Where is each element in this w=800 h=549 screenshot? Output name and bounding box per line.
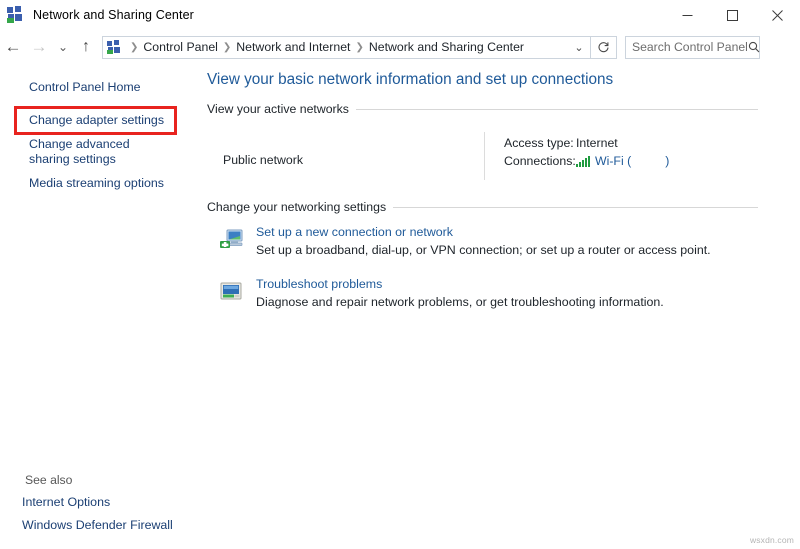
content-area: Control Panel Home Change adapter settin… (0, 64, 800, 549)
breadcrumb-item-network-and-sharing-center[interactable]: Network and Sharing Center (369, 40, 524, 54)
task-troubleshoot-problems[interactable]: Troubleshoot problems Diagnose and repai… (207, 277, 758, 319)
access-type-value: Internet (576, 136, 618, 150)
troubleshoot-problems-description: Diagnose and repair network problems, or… (256, 295, 664, 309)
minimize-icon[interactable] (665, 0, 710, 30)
sidebar-item-internet-options[interactable]: Internet Options (22, 495, 110, 510)
active-networks-heading: View your active networks (207, 102, 758, 116)
search-box[interactable]: Search Control Panel (625, 36, 760, 59)
search-input[interactable]: Search Control Panel (626, 40, 748, 54)
new-connection-icon (218, 227, 244, 253)
breadcrumb-separator: ❯ (218, 42, 236, 53)
networking-settings-heading-text: Change your networking settings (207, 200, 393, 214)
networking-settings-heading: Change your networking settings (207, 200, 758, 214)
network-name: Public network (223, 153, 303, 167)
section-divider (393, 207, 758, 208)
section-divider (356, 109, 758, 110)
back-arrow-icon[interactable]: ← (0, 31, 26, 63)
active-networks-heading-text: View your active networks (207, 102, 356, 116)
set-up-new-connection-link[interactable]: Set up a new connection or network (256, 225, 453, 239)
refresh-icon[interactable] (591, 36, 617, 59)
navigation-bar: ← → ⌄ ↑ ❯ Control Panel ❯ Network and In… (0, 30, 800, 64)
active-network-entry: Public network Access type: Internet Con… (207, 129, 758, 184)
access-type-row: Access type: Internet (504, 134, 669, 152)
breadcrumb-chevron-down-icon[interactable]: ⌄ (568, 37, 590, 58)
sidebar-item-control-panel-home[interactable]: Control Panel Home (29, 80, 141, 95)
control-panel-icon (107, 40, 122, 55)
sidebar-item-change-advanced-sharing-settings[interactable]: Change advanced sharing settings (29, 137, 169, 167)
sidebar-item-windows-defender-firewall[interactable]: Windows Defender Firewall (22, 518, 173, 533)
task-set-up-new-connection[interactable]: Set up a new connection or network Set u… (207, 225, 758, 267)
network-sharing-icon (7, 6, 25, 24)
watermark: wsxdn.com (750, 535, 794, 545)
breadcrumb-separator: ❯ (125, 42, 143, 53)
vertical-divider (484, 132, 485, 180)
network-details: Access type: Internet Connections: Wi-Fi… (504, 134, 669, 170)
wifi-ssid-suffix: ) (665, 154, 669, 168)
connections-row: Connections: Wi-Fi ( ) (504, 152, 669, 170)
breadcrumb-item-network-and-internet[interactable]: Network and Internet (236, 40, 350, 54)
sidebar: Control Panel Home Change adapter settin… (0, 64, 195, 549)
access-type-label: Access type: (504, 136, 576, 150)
wifi-signal-icon (576, 156, 591, 167)
breadcrumb-separator: ❯ (350, 42, 368, 53)
page-title: View your basic network information and … (207, 71, 613, 89)
wifi-connection-link[interactable]: Wi-Fi ( ) (576, 154, 669, 168)
connections-label: Connections: (504, 154, 576, 168)
close-icon[interactable] (755, 0, 800, 30)
breadcrumb[interactable]: ❯ Control Panel ❯ Network and Internet ❯… (102, 36, 591, 59)
troubleshoot-icon (218, 279, 244, 305)
maximize-icon[interactable] (710, 0, 755, 30)
window-title: Network and Sharing Center (33, 8, 194, 22)
up-arrow-icon[interactable]: ↑ (74, 31, 98, 63)
see-also-heading: See also (25, 473, 72, 487)
search-icon[interactable] (748, 41, 760, 53)
recent-locations-chevron-icon[interactable]: ⌄ (52, 31, 74, 63)
forward-arrow-icon: → (26, 31, 52, 63)
window-controls (665, 0, 800, 30)
annotation-highlight-box (14, 106, 177, 135)
sidebar-item-media-streaming-options[interactable]: Media streaming options (29, 176, 164, 191)
wifi-ssid-label: Wi-Fi ( (595, 154, 631, 168)
main-pane: View your basic network information and … (195, 64, 800, 549)
title-bar: Network and Sharing Center (0, 0, 800, 30)
set-up-new-connection-description: Set up a broadband, dial-up, or VPN conn… (256, 243, 711, 257)
breadcrumb-item-control-panel[interactable]: Control Panel (143, 40, 218, 54)
troubleshoot-problems-link[interactable]: Troubleshoot problems (256, 277, 382, 291)
